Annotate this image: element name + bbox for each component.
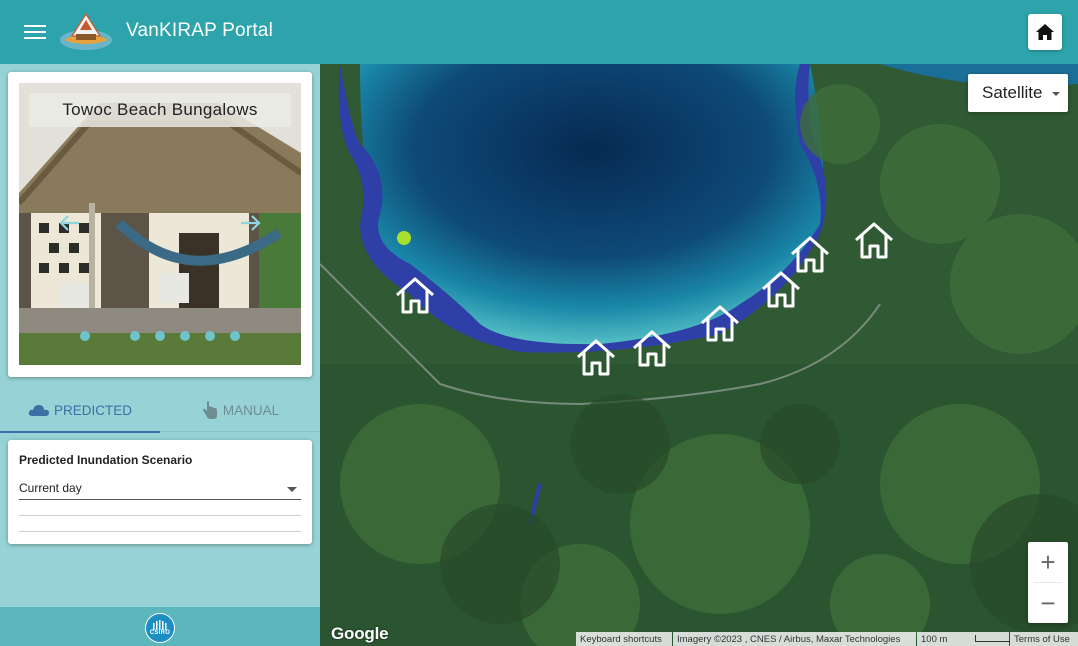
zoom-in-button[interactable]: + [1028,542,1068,582]
selected-location-marker[interactable] [397,231,411,245]
location-title: Towoc Beach Bungalows [29,93,291,127]
csiro-logo-text: CSIRO [149,630,171,636]
scenario-value: Current day [19,481,82,495]
sidebar: Towoc Beach Bungalows PREDICTED MANUAL P… [0,64,320,646]
scenario-card: Predicted Inundation Scenario Current da… [8,440,312,544]
carousel-dot[interactable] [80,331,90,341]
csiro-logo[interactable]: CSIRO [145,613,175,643]
tab-predicted[interactable]: PREDICTED [0,388,160,433]
house-icon[interactable] [853,220,895,260]
map-type-button[interactable]: Satellite [968,74,1068,112]
carousel-next-icon[interactable] [237,210,263,236]
map-scale-label: 100 m [921,633,948,645]
divider [19,531,301,532]
map-scale[interactable]: 100 m [917,632,1019,646]
zoom-control: + − [1028,542,1068,623]
house-icon[interactable] [394,275,436,315]
carousel-dot[interactable] [205,331,215,341]
house-icon[interactable] [760,269,802,309]
menu-icon[interactable] [24,22,46,42]
carousel-dot[interactable] [180,331,190,341]
zoom-out-button[interactable]: − [1028,583,1068,623]
hand-pointer-icon [202,401,217,419]
home-icon [1036,24,1054,40]
house-icon[interactable] [631,328,673,368]
csiro-bars-icon [153,620,167,630]
top-app-bar: VanKIRAP Portal [0,0,1078,64]
carousel-dots [19,331,301,343]
scenario-select[interactable]: Current day [19,478,301,500]
app-title: VanKIRAP Portal [126,20,273,41]
carousel-dot[interactable] [130,331,140,341]
active-tab-indicator [0,431,160,433]
imagery-attribution: Imagery ©2023 , CNES / Airbus, Maxar Tec… [673,632,916,646]
tab-manual[interactable]: MANUAL [160,388,320,432]
location-card: Towoc Beach Bungalows [8,72,312,377]
house-icon[interactable] [699,303,741,343]
carousel-prev-icon[interactable] [57,210,83,236]
keyboard-shortcuts-link[interactable]: Keyboard shortcuts [576,632,672,646]
google-logo[interactable]: Google [331,624,389,644]
carousel-dot[interactable] [230,331,240,341]
caret-down-icon [1052,92,1060,96]
mode-tabs: PREDICTED MANUAL [0,388,320,433]
map-view[interactable]: Satellite + − Google Keyboard shortcuts … [320,64,1078,646]
caret-down-icon [287,487,297,492]
map-type-label: Satellite [982,83,1043,102]
divider [19,515,301,516]
house-icon[interactable] [789,234,831,274]
carousel-dot[interactable] [155,331,165,341]
carousel-dot-active[interactable] [105,331,115,341]
house-icon[interactable] [575,337,617,377]
tab-manual-label: MANUAL [222,402,280,418]
scenario-label: Predicted Inundation Scenario [19,453,193,467]
terms-of-use-link[interactable]: Terms of Use [1010,632,1078,646]
satellite-imagery [320,64,1078,646]
cloud-icon [28,405,49,416]
home-button[interactable] [1028,14,1062,50]
vankirap-logo [60,12,112,50]
tab-predicted-label: PREDICTED [53,402,132,418]
sidebar-footer: CSIRO [0,607,320,646]
location-photo: Towoc Beach Bungalows [19,83,301,365]
